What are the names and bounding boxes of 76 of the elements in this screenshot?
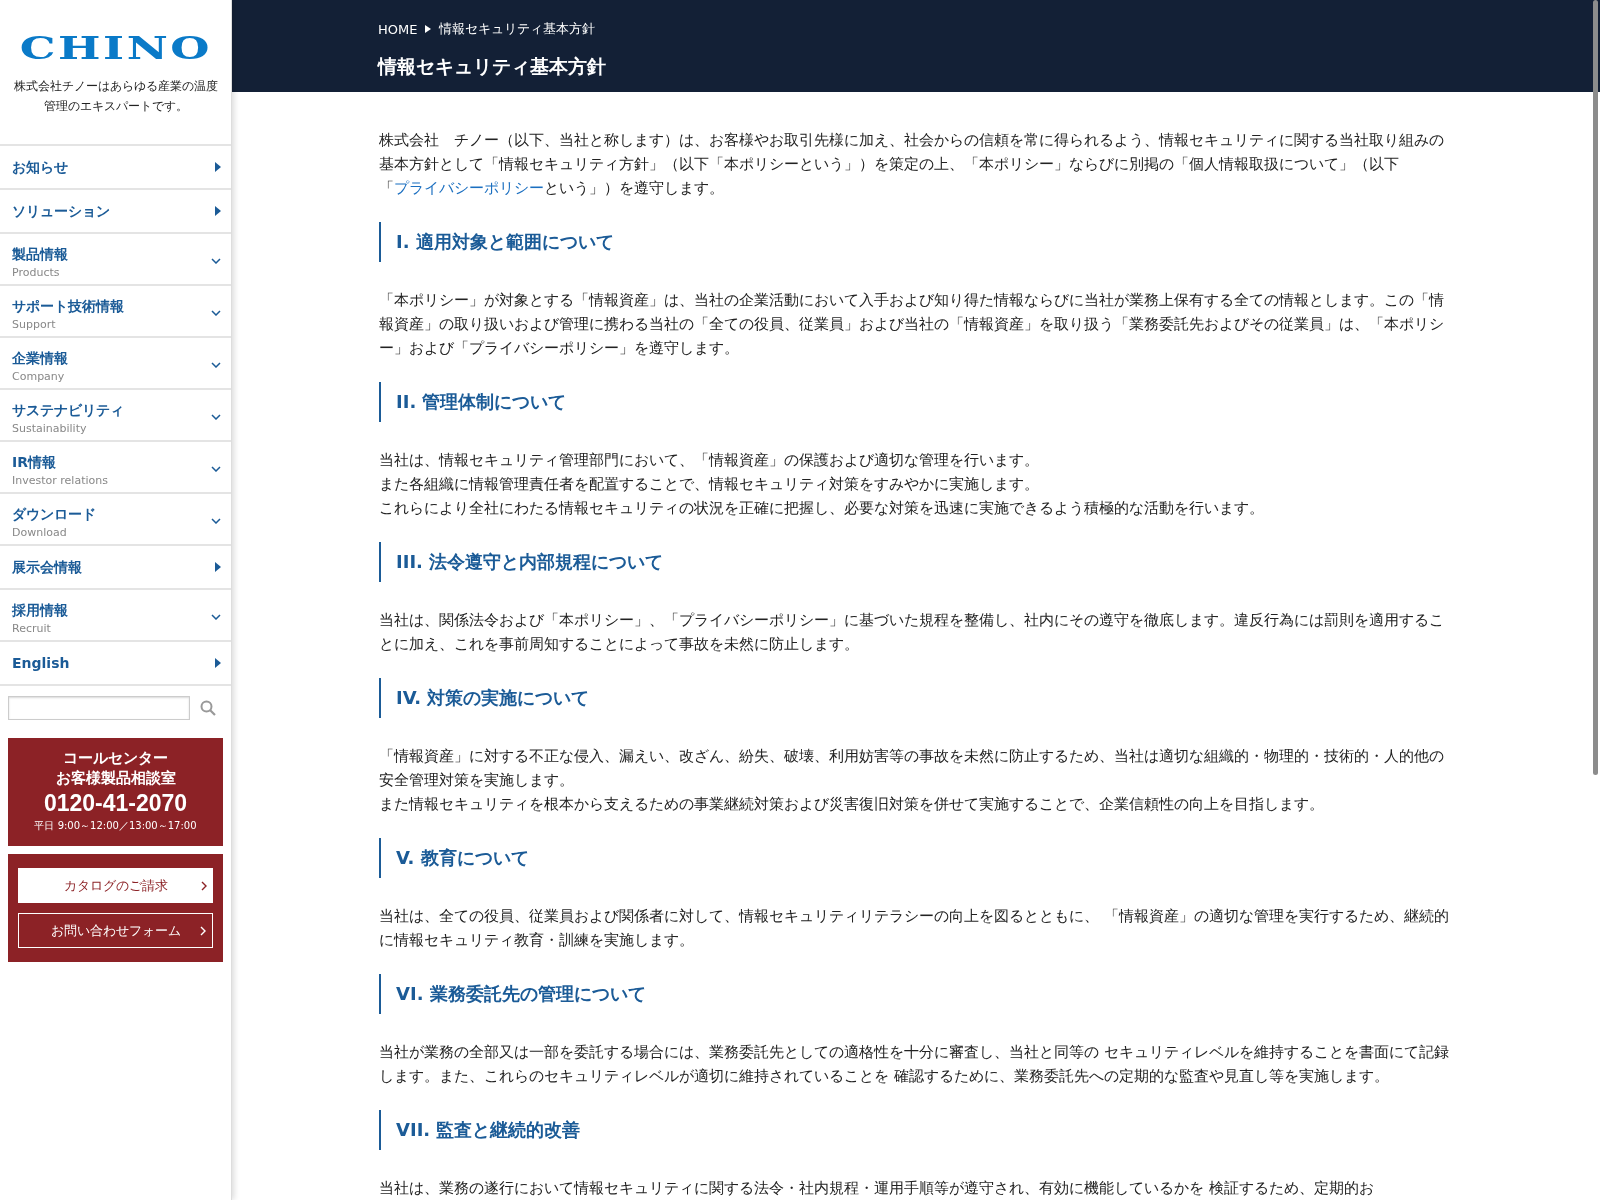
nav-label: IR情報 [12,453,57,472]
paragraph: 「情報資産」に対する不正な侵入、漏えい、改ざん、紛失、破壊、利用妨害等の事故を未然に防止するため、当社は適切な組織的・物理的・技術的・人的他の安全管理対策を実施します。 [379,747,1445,790]
search-field[interactable] [8,696,190,720]
paragraph: 当社が業務の全部又は一部を委託する場合には、業務委託先としての適格性を十分に審査し、当社と同等の セキュリティレベルを維持することを書面にて記録します。また、これらのセキュリティレベルが適切に維持されていることを 確認するために、業務委託先への定期的な監査や見直し等を実施します。 [379,1043,1450,1086]
nav-sublabel: Recruit [12,621,52,637]
nav-label: ダウンロード [12,505,96,524]
breadcrumb-current: 情報セキュリティ基本方針 [439,20,596,38]
chevron-down-icon [211,310,221,316]
search-icon[interactable] [200,700,216,716]
chevron-down-icon [211,362,221,368]
tagline: 株式会社チノーはあらゆる産業の温度管理のエキスパートです。 [12,78,219,115]
section-heading: III. 法令遵守と内部規程について [379,542,1450,582]
nav-item[interactable]: ダウンロード Download [0,494,231,546]
intro-paragraph: 株式会社 チノー（以下、当社と称します）は、お客様やお取引先様に加え、社会からの信頼を常に得られるよう、情報セキュリティに関する当社取り組みの基本方針として「情報セキュリティ方針」（以下「本ポリシーという」）を策定の上、「本ポリシー」ならびに別掲の「個人情報取扱について」（以下「プライバシーポリシー という」）を遵守します。 [379,131,1445,198]
business-hours: 平日 9:00～12:00／13:00～17:00 [33,819,198,833]
section-heading: II. 管理体制について [379,382,1450,422]
paragraph: また各組織に情報管理責任者を配置することで、情報セキュリティ対策をすみやかに実施します。 [379,475,1040,494]
paragraph: 当社は、関係法令および「本ポリシー」、「プライバシーポリシー」に基づいた規程を整備し、社内にその遵守を徹底します。違反行為には罰則を適用することに加え、これを事前周知することによって事故を未然に防止します。 [379,611,1445,654]
chevron-down-icon [211,258,221,264]
nav-sublabel: Products [12,265,61,281]
section-heading: VII. 監査と継続的改善 [379,1110,1450,1150]
triangle-right-icon [215,562,221,572]
paragraph: 当社は、全ての役員、従業員および関係者に対して、情報セキュリティリテラシーの向上を図るとともに、 「情報資産」の適切な管理を実行するため、継続的に情報セキュリティ教育・訓練を実施します。 [379,907,1450,950]
nav-item[interactable]: 製品情報 Products [0,234,231,286]
nav-item[interactable]: 採用情報 Recruit [0,590,231,642]
logo[interactable]: CHINO [19,28,212,66]
nav-label: サポート技術情報 [12,297,124,316]
nav-item[interactable]: IR情報 Investor relations [0,442,231,494]
sidebar-button[interactable]: カタログのご請求 [18,868,213,903]
breadcrumb-link[interactable]: HOME [378,21,418,37]
page-title: 情報セキュリティ基本方針 [378,54,607,79]
paragraph: 当社は、情報セキュリティ管理部門において、「情報資産」の保護および適切な管理を行います。 [379,451,1040,470]
nav-sublabel: Support [12,317,57,333]
chevron-down-icon [211,466,221,472]
nav-label: English [12,654,70,673]
nav-item[interactable]: サステナビリティ Sustainability [0,390,231,442]
section-heading: I. 適用対象と範囲について [379,222,1450,262]
phone-number: 0120-41-2070 [42,789,189,818]
call-center-subtitle: お客様製品相談室 [54,768,177,788]
chevron-down-icon [211,614,221,620]
chevron-down-icon [211,414,221,420]
nav-label: 企業情報 [12,349,68,368]
chevron-down-icon [211,518,221,524]
paragraph: また情報セキュリティを根本から支えるための事業継続対策および災害復旧対策を併せて実施することで、企業信頼性の向上を目指します。 [379,795,1325,814]
nav-sublabel: Sustainability [12,421,88,437]
paragraph: これらにより全社にわたる情報セキュリティの状況を正確に把握し、必要な対策を迅速に実施できるよう積極的な活動を行います。 [379,499,1265,518]
nav-item[interactable]: 企業情報 Company [0,338,231,390]
sidebar-button[interactable]: お問い合わせフォーム [18,913,213,948]
triangle-right-icon [215,658,221,668]
privacy-policy-link[interactable]: プライバシーポリシー [394,180,544,196]
scrollbar-thumb[interactable] [1593,0,1598,775]
section-heading: IV. 対策の実施について [379,678,1450,718]
section-heading: V. 教育について [379,838,1450,878]
nav-item[interactable]: 展示会情報 [0,546,231,590]
nav-label: 採用情報 [12,601,68,620]
chevron-right-icon [200,925,206,936]
nav-label: ソリューション [12,202,110,221]
nav-label: 展示会情報 [12,558,82,577]
nav-item[interactable]: ソリューション [0,190,231,234]
nav-item[interactable]: English [0,642,231,686]
nav-label: お知らせ [12,158,68,177]
paragraph: 当社は、業務の遂行において情報セキュリティに関する法令・社内規程・運用手順等が遵守され、有効に機能しているかを 検証するため、定期的お [379,1179,1375,1198]
nav-sublabel: Company [12,369,66,385]
nav-item[interactable]: サポート技術情報 Support [0,286,231,338]
nav-item[interactable]: お知らせ [0,146,231,190]
breadcrumb-separator-icon [425,25,432,33]
triangle-right-icon [215,162,221,172]
nav-label: 製品情報 [12,245,68,264]
triangle-right-icon [215,206,221,216]
nav-sublabel: Download [12,525,68,541]
paragraph: 「本ポリシー」が対象とする「情報資産」は、当社の企業活動において入手および知り得た情報ならびに当社が業務上保有する全ての情報とします。この「情報資産」の取り扱いおよび管理に携わる当社の「全ての役員、従業員」および当社の「情報資産」を取り扱う「業務委託先およびその従業員」は、「本ポリシー」および「プライバシーポリシー」を遵守します。 [379,291,1445,358]
nav-label: サステナビリティ [12,401,124,420]
nav-sublabel: Investor relations [12,473,108,489]
section-heading: VI. 業務委託先の管理について [379,974,1450,1014]
call-center-title: コールセンター [62,748,169,768]
chevron-right-icon [201,880,207,891]
